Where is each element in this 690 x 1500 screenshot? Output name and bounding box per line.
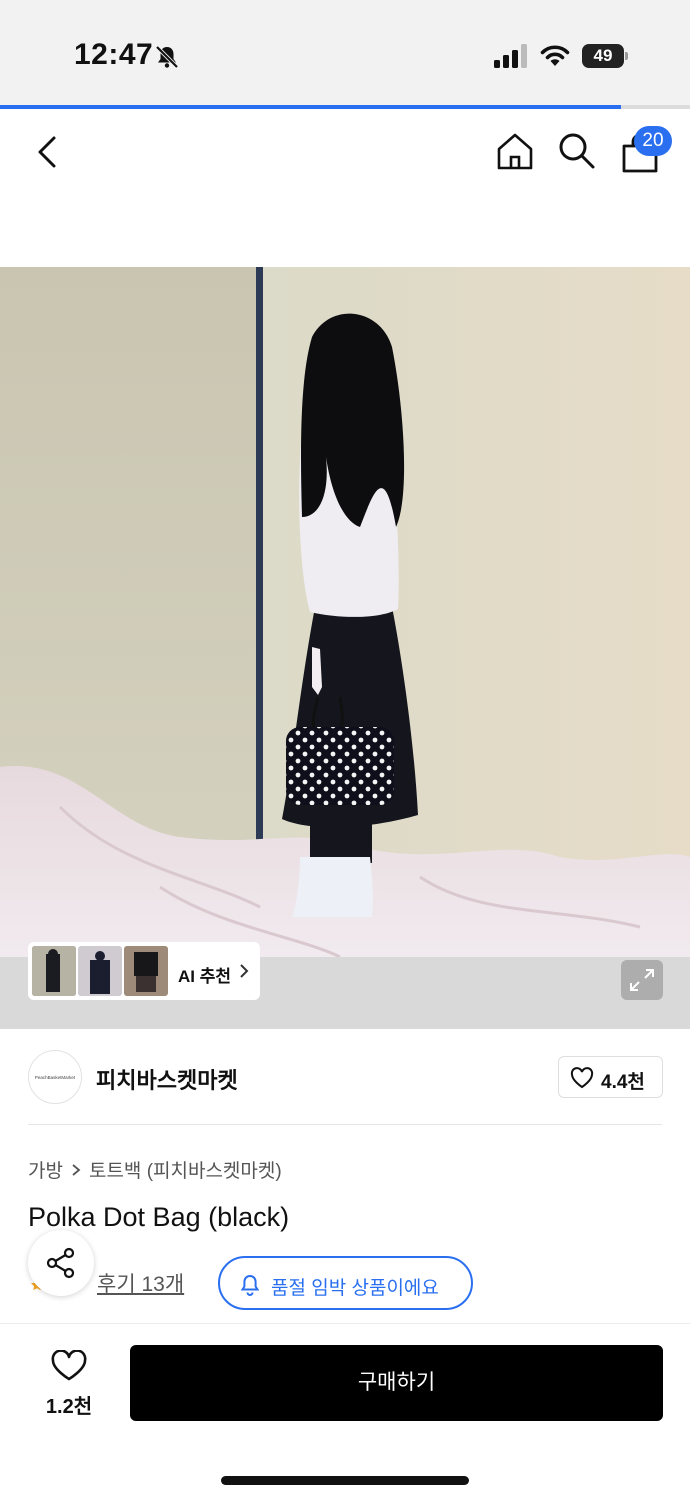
share-icon <box>46 1247 75 1279</box>
product-page: 12:47 49 20 AI 추천 PeachBasketMarket 피치바스… <box>0 0 690 1500</box>
wishlist-button[interactable]: 1.2천 <box>28 1350 110 1420</box>
status-time: 12:47 <box>74 38 154 71</box>
battery-icon: 49 <box>582 44 628 68</box>
home-indicator <box>221 1476 469 1485</box>
status-bar: 12:47 49 <box>0 0 690 108</box>
share-button[interactable] <box>28 1230 94 1296</box>
seller-name[interactable]: 피치바스켓마켓 <box>96 1063 238 1095</box>
review-link[interactable]: 후기 13개 <box>97 1268 184 1298</box>
bell-off-icon <box>155 45 179 69</box>
product-photo <box>0 267 690 1029</box>
expand-icon <box>630 969 654 991</box>
home-icon[interactable] <box>494 130 536 172</box>
battery-level: 49 <box>582 44 624 68</box>
recommend-thumbnail[interactable] <box>124 946 168 996</box>
back-icon[interactable] <box>30 130 66 174</box>
bell-icon <box>240 1274 260 1296</box>
seller-like-button[interactable]: 4.4천 <box>558 1056 663 1098</box>
soldout-notice-button[interactable]: 품절 임박 상품이에요 <box>218 1256 473 1310</box>
divider <box>0 1323 690 1324</box>
signal-icon <box>494 44 527 68</box>
divider <box>28 1124 662 1125</box>
wishlist-count: 1.2천 <box>45 1396 93 1418</box>
breadcrumb: 가방 토트백 (피치바스켓마켓) <box>28 1156 282 1183</box>
cart-count-badge: 20 <box>634 126 672 156</box>
heart-icon <box>570 1067 594 1089</box>
breadcrumb-category[interactable]: 가방 <box>28 1156 63 1183</box>
recommend-thumbnail[interactable] <box>32 946 76 996</box>
expand-image-button[interactable] <box>621 960 663 1000</box>
page-progress-fill <box>0 105 621 109</box>
heart-icon <box>51 1350 87 1381</box>
product-image[interactable]: AI 추천 <box>0 267 690 1029</box>
search-icon[interactable] <box>556 130 596 170</box>
wifi-icon <box>540 45 570 66</box>
recommend-thumbnail[interactable] <box>78 946 122 996</box>
seller-logo[interactable]: PeachBasketMarket <box>28 1050 82 1104</box>
page-progress-bar <box>0 105 690 109</box>
chevron-right-icon <box>240 964 249 978</box>
breadcrumb-subcategory[interactable]: 토트백 (피치바스켓마켓) <box>89 1156 282 1183</box>
buy-button[interactable]: 구매하기 <box>130 1345 663 1421</box>
ai-recommend-label: AI 추천 <box>178 967 232 986</box>
chevron-right-icon <box>72 1164 81 1176</box>
product-title: Polka Dot Bag (black) <box>28 1202 290 1232</box>
soldout-notice-text: 품절 임박 상품이에요 <box>271 1278 439 1299</box>
ai-recommend-strip[interactable]: AI 추천 <box>28 942 260 1000</box>
seller-like-count: 4.4천 <box>601 1072 645 1093</box>
